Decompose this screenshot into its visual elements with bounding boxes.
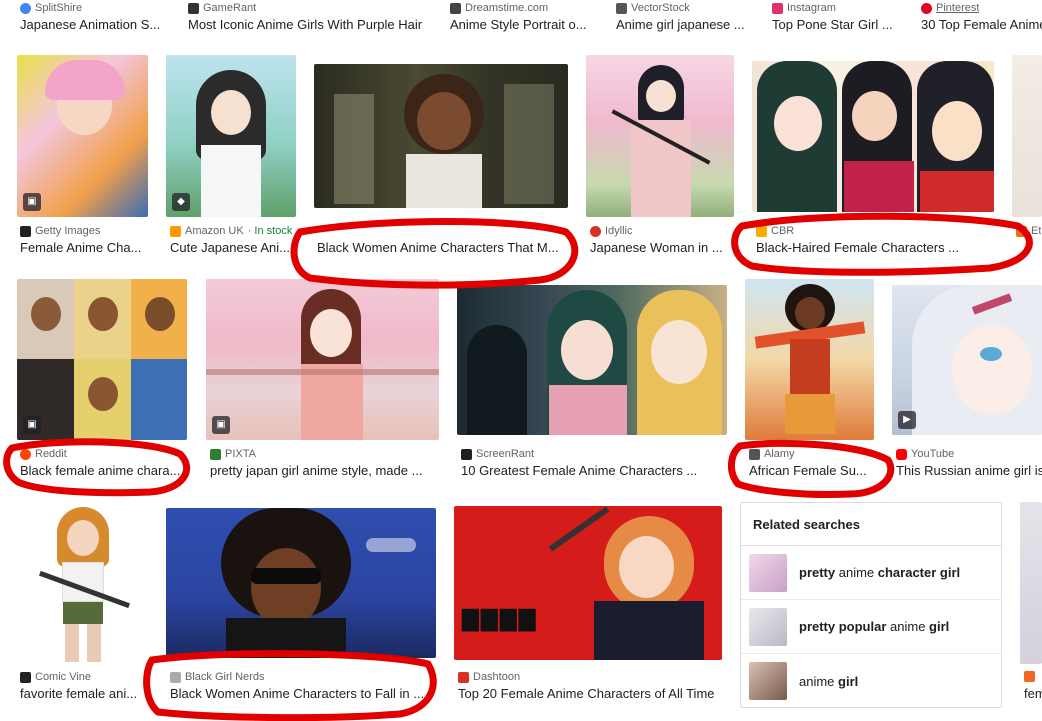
result-thumbnail[interactable] (745, 279, 874, 440)
related-searches-panel: Related searches pretty anime character … (740, 502, 1002, 708)
result-thumbnail[interactable]: ▶ (892, 285, 1042, 435)
result-source[interactable]: ScreenRant (461, 448, 534, 460)
related-thumbnail (749, 607, 787, 646)
result-thumbnail[interactable] (752, 61, 994, 212)
source-favicon-icon (170, 671, 181, 683)
related-thumbnail (749, 662, 787, 700)
result-source[interactable]: Getty Images (20, 225, 100, 237)
result-source[interactable] (1024, 671, 1039, 682)
result-title[interactable]: Anime girl japanese ... (616, 17, 756, 32)
result-thumbnail[interactable] (457, 285, 727, 435)
result-thumbnail[interactable] (1020, 502, 1042, 664)
result-source[interactable]: GameRant (188, 2, 256, 14)
source-favicon-icon (772, 2, 783, 14)
result-title[interactable]: Female Anime Cha... (20, 240, 148, 255)
result-thumbnail[interactable] (1012, 55, 1042, 217)
result-title[interactable]: Top Pone Star Girl ... (772, 17, 902, 32)
related-thumbnail (749, 553, 787, 592)
result-title[interactable]: fem (1024, 686, 1042, 701)
result-title[interactable]: Black-Haired Female Characters ... (756, 240, 966, 255)
image-icon: ▣ (23, 416, 41, 434)
result-title[interactable]: Black female anime chara... (20, 463, 185, 478)
image-icon: ▣ (212, 416, 230, 434)
result-source[interactable]: VectorStock (616, 2, 690, 14)
result-source[interactable]: Comic Vine (20, 671, 91, 683)
result-thumbnail[interactable] (166, 508, 436, 658)
result-source[interactable]: Et (1016, 225, 1041, 237)
result-title[interactable]: Most Iconic Anime Girls With Purple Hair (188, 17, 428, 32)
source-favicon-icon (20, 671, 31, 683)
source-favicon-icon (170, 225, 181, 237)
result-title[interactable]: 10 Greatest Female Anime Characters ... (461, 463, 727, 478)
source-favicon-icon (458, 671, 469, 683)
result-title[interactable]: Cute Japanese Ani... (170, 240, 296, 255)
source-favicon-icon (896, 448, 907, 460)
result-source[interactable]: Reddit (20, 448, 67, 460)
source-favicon-icon (188, 2, 199, 14)
result-source[interactable]: Alamy (749, 448, 795, 460)
result-source[interactable]: PIXTA (210, 448, 256, 460)
result-title[interactable]: Japanese Woman in ... (590, 240, 734, 255)
source-favicon-icon (1024, 671, 1035, 682)
related-search-item[interactable]: anime girl (741, 654, 1001, 708)
result-title[interactable]: Anime Style Portrait o... (450, 17, 595, 32)
result-title[interactable]: Black Women Anime Characters That M... (317, 240, 565, 255)
result-source[interactable]: Instagram (772, 2, 836, 14)
source-favicon-icon (921, 2, 932, 14)
result-source[interactable]: Black Girl Nerds (170, 671, 264, 683)
tag-icon: ◆ (172, 193, 190, 211)
result-thumbnail[interactable] (17, 502, 148, 664)
result-title[interactable]: 30 Top Female Anime (921, 17, 1042, 32)
source-favicon-icon (20, 2, 31, 14)
result-thumbnail[interactable] (586, 55, 734, 217)
result-title[interactable]: Top 20 Female Anime Characters of All Ti… (458, 686, 722, 701)
related-searches-heading: Related searches (741, 503, 1001, 546)
image-icon: ▣ (23, 193, 41, 211)
source-favicon-icon (450, 2, 461, 14)
source-favicon-icon (20, 225, 31, 237)
result-source[interactable]: Dreamstime.com (450, 2, 548, 14)
result-source[interactable]: Pinterest (921, 2, 979, 14)
result-source[interactable]: SplitShire (20, 2, 82, 14)
result-source[interactable]: Idyllic (590, 225, 633, 237)
source-favicon-icon (1016, 225, 1027, 237)
play-icon: ▶ (898, 411, 916, 429)
source-favicon-icon (756, 225, 767, 237)
result-thumbnail[interactable] (314, 64, 568, 208)
result-thumbnail[interactable]: ◆ (166, 55, 296, 217)
source-favicon-icon (210, 448, 221, 460)
result-thumbnail[interactable]: ▣ (17, 55, 148, 217)
source-favicon-icon (461, 448, 472, 460)
source-favicon-icon (20, 448, 31, 460)
result-thumbnail[interactable]: ▇▇▇▇ (454, 506, 722, 660)
related-search-item[interactable]: pretty popular anime girl (741, 600, 1001, 654)
result-title[interactable]: favorite female ani... (20, 686, 148, 701)
source-favicon-icon (616, 2, 627, 14)
result-title[interactable]: Japanese Animation S... (20, 17, 170, 32)
result-title[interactable]: African Female Su... (749, 463, 873, 478)
result-source[interactable]: Dashtoon (458, 671, 520, 683)
result-thumbnail[interactable]: ▣ (206, 279, 439, 440)
result-title[interactable]: Black Women Anime Characters to Fall in … (170, 686, 425, 701)
result-thumbnail[interactable]: ▣ (17, 279, 187, 440)
result-source[interactable]: Amazon UK · In stock (170, 225, 292, 237)
result-source[interactable]: YouTube (896, 448, 954, 460)
result-title[interactable]: This Russian anime girl is (896, 463, 1042, 478)
related-search-item[interactable]: pretty anime character girl (741, 546, 1001, 600)
result-source[interactable]: CBR (756, 225, 794, 237)
result-title[interactable]: pretty japan girl anime style, made ... (210, 463, 439, 478)
source-favicon-icon (749, 448, 760, 460)
source-favicon-icon (590, 225, 601, 237)
